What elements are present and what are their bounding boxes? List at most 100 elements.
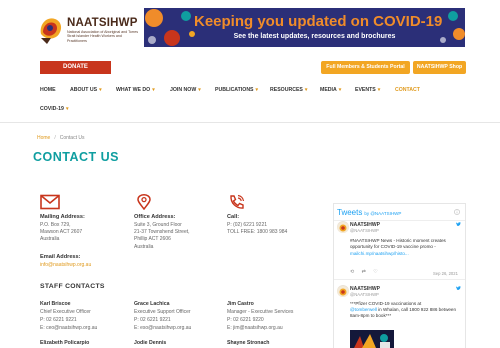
- staff-phone[interactable]: P: 02 6221 9221: [40, 317, 77, 324]
- staff-email-link[interactable]: E: eso@naatsihwp.org.au: [134, 325, 191, 332]
- nav-media[interactable]: MEDIA ▾: [320, 87, 341, 93]
- like-icon[interactable]: ♡: [373, 269, 377, 275]
- staff-email-link[interactable]: E: jim@naatsihwp.org.au: [227, 325, 283, 332]
- tweet-author-handle[interactable]: @NAATSIHWP: [350, 292, 379, 297]
- staff-phone[interactable]: P: 02 6221 9220: [227, 317, 264, 324]
- office-address-line1: Suite 3, Ground Floor: [134, 222, 182, 228]
- twitter-heading[interactable]: Tweets by @NAATSIHWP: [337, 208, 401, 217]
- staff-name: Elizabeth Policarpio: [40, 340, 90, 346]
- nav-what-we-do-label: WHAT WE DO: [116, 87, 151, 93]
- tweet-link[interactable]: mailchi.mp/naatsihwp/histo...: [350, 251, 460, 257]
- mailing-address-line2: Mawson ACT 2607: [40, 229, 83, 235]
- banner-heading: Keeping you updated on COVID-19: [194, 13, 443, 30]
- avatar[interactable]: [337, 221, 349, 233]
- staff-name: Jim Castro: [227, 301, 254, 307]
- staff-phone[interactable]: P: 02 6221 9221: [134, 317, 171, 324]
- info-icon[interactable]: [454, 209, 460, 215]
- nav-publications[interactable]: PUBLICATIONS ▾: [215, 87, 258, 93]
- nav-about-us[interactable]: ABOUT US ▾: [70, 87, 102, 93]
- staff-email-link[interactable]: E: ceo@naatsihwp.org.au: [40, 325, 97, 332]
- staff-name: Grace Lachica: [134, 301, 170, 307]
- nav-contact-label: CONTACT: [395, 87, 420, 93]
- reply-icon[interactable]: ⟲: [350, 269, 354, 275]
- staff-role: Manager - Executive Services: [227, 309, 294, 315]
- twitter-by-link[interactable]: by @NAATSIHWP: [364, 211, 401, 216]
- tweet-date[interactable]: Sep 26, 2021: [433, 271, 494, 276]
- breadcrumb-home-link[interactable]: Home: [37, 135, 50, 141]
- logo-mark-icon: [40, 18, 62, 44]
- tweet-actions: ⟲ ⇄ ♡: [350, 269, 378, 275]
- donate-button[interactable]: DONATE: [40, 61, 111, 74]
- call-phone[interactable]: P: (02) 6221 9221: [227, 222, 267, 229]
- members-portal-button[interactable]: Full Members & Students Portal: [321, 61, 410, 74]
- nav-covid-19[interactable]: COVID-19 ▾: [40, 106, 68, 112]
- tweet-body: ***Pfizer COVID-19 vaccinations at @tomb…: [350, 301, 460, 319]
- tweet-mention-link[interactable]: @tomberwell: [350, 307, 377, 312]
- nav-resources-label: RESOURCES: [270, 87, 303, 93]
- chevron-down-icon: ▾: [377, 87, 381, 93]
- main-nav: HOME ABOUT US ▾ WHAT WE DO ▾ JOIN NOW ▾ PUB…: [0, 82, 500, 122]
- staff-name: Jodie Dennis: [134, 340, 167, 346]
- nav-publications-label: PUBLICATIONS: [215, 87, 254, 93]
- nav-about-us-label: ABOUT US: [70, 87, 98, 93]
- staff-contacts-heading: STAFF CONTACTS: [40, 283, 105, 290]
- chevron-down-icon: ▾: [152, 87, 155, 93]
- office-address-line3: Phillip ACT 2606: [134, 236, 171, 242]
- chevron-down-icon: ▾: [255, 87, 259, 93]
- shop-button[interactable]: NAATSIHWP Shop: [413, 61, 466, 74]
- twitter-bird-icon: [456, 222, 461, 227]
- email-address-label: Email Address:: [40, 254, 81, 260]
- call-label: Call:: [227, 214, 240, 220]
- nav-join-now-label: JOIN NOW: [170, 87, 197, 93]
- tweet-divider: [334, 279, 465, 280]
- envelope-icon: [40, 194, 60, 210]
- tweet-body-text: ***Pfizer COVID-19 vaccinations at: [350, 301, 422, 306]
- nav-contact[interactable]: CONTACT: [395, 87, 420, 93]
- phone-icon: [230, 194, 245, 209]
- map-pin-icon: [137, 194, 151, 210]
- page-title: CONTACT US: [33, 150, 120, 164]
- nav-resources[interactable]: RESOURCES ▾: [270, 87, 307, 93]
- nav-what-we-do[interactable]: WHAT WE DO ▾: [116, 87, 155, 93]
- covid-banner[interactable]: Keeping you updated on COVID-19 See the …: [144, 8, 465, 47]
- nav-events-label: EVENTS: [355, 87, 376, 93]
- chevron-down-icon: ▾: [65, 106, 69, 112]
- twitter-bird-icon: [456, 286, 461, 291]
- banner-subheading: See the latest updates, resources and br…: [233, 33, 396, 40]
- retweet-icon[interactable]: ⇄: [362, 269, 366, 275]
- office-address-line4: Australia: [134, 244, 154, 250]
- nav-join-now[interactable]: JOIN NOW ▾: [170, 87, 201, 93]
- breadcrumb: Home / Contact Us: [37, 135, 84, 141]
- mailing-address-line1: P.O. Box 729,: [40, 222, 71, 228]
- twitter-divider: [334, 220, 465, 221]
- tweet-body: #NAATSIHWP News - Historic moment create…: [350, 238, 446, 249]
- call-tollfree[interactable]: TOLL FREE: 1800 983 984: [227, 229, 287, 236]
- mailing-address-line3: Australia: [40, 236, 60, 242]
- nav-events[interactable]: EVENTS ▾: [355, 87, 380, 93]
- breadcrumb-separator: /: [54, 135, 56, 141]
- chevron-down-icon: ▾: [198, 87, 201, 93]
- vaccine-image-icon: [350, 330, 394, 348]
- logo-subtitle: National Association of Aboriginal and T…: [67, 30, 139, 43]
- staff-name: Shayne Stronach: [227, 340, 270, 346]
- chevron-down-icon: ▾: [99, 87, 102, 93]
- nav-covid-19-label: COVID-19: [40, 106, 64, 112]
- nav-home-label: HOME: [40, 87, 56, 93]
- email-address-link[interactable]: info@naatsihwp.org.au: [40, 262, 91, 269]
- nav-media-label: MEDIA: [320, 87, 337, 93]
- tweet-author-handle[interactable]: @NAATSIHWP: [350, 228, 379, 233]
- tweet-image[interactable]: [350, 330, 394, 348]
- staff-role: Chief Executive Officer: [40, 309, 91, 315]
- mailing-address-label: Mailing Address:: [40, 214, 85, 220]
- staff-role: Executive Support Officer: [134, 309, 191, 315]
- office-address-line2: 21-37 Townshend Street,: [134, 229, 190, 235]
- avatar[interactable]: [337, 285, 349, 297]
- office-address-label: Office Address:: [134, 214, 176, 220]
- nav-divider: [0, 122, 500, 123]
- nav-home[interactable]: HOME: [40, 87, 56, 93]
- site-logo[interactable]: NAATSIHWP National Association of Aborig…: [37, 14, 139, 48]
- breadcrumb-current: Contact Us: [59, 135, 85, 141]
- chevron-down-icon: ▾: [338, 87, 342, 93]
- staff-name: Karl Briscoe: [40, 301, 71, 307]
- chevron-down-icon: ▾: [304, 87, 308, 93]
